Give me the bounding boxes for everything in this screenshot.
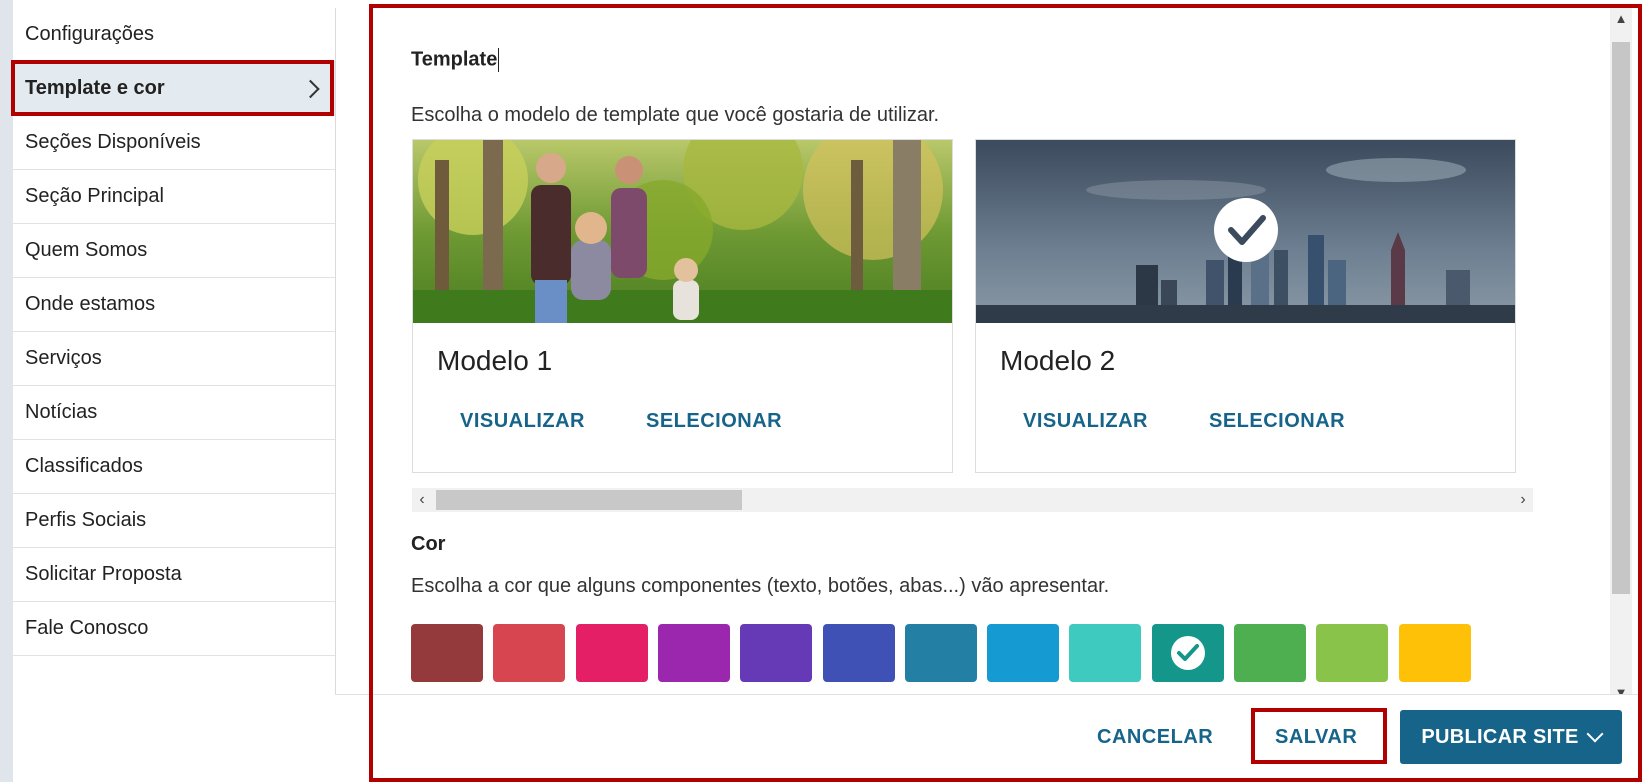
color-swatch[interactable] <box>1069 624 1142 682</box>
sidebar-item-label: Seções Disponíveis <box>25 131 201 153</box>
sidebar-item-configuracoes[interactable]: Configurações <box>13 8 335 62</box>
footer-left-strip <box>335 694 369 777</box>
sidebar-item-label: Notícias <box>25 401 98 423</box>
sidebar-item-quem-somos[interactable]: Quem Somos <box>13 224 335 278</box>
main-vertical-scrollbar[interactable]: ▲ ▼ <box>1610 8 1632 702</box>
color-swatch[interactable] <box>1398 624 1471 682</box>
template-card-modelo-1: Modelo 1 VISUALIZAR SELECIONAR <box>412 139 953 473</box>
template-preview-image-city[interactable] <box>976 140 1515 323</box>
cancel-button[interactable]: CANCELAR <box>1097 726 1213 749</box>
sidebar-item-label: Configurações <box>25 23 154 45</box>
publish-site-label: PUBLICAR SITE <box>1421 725 1579 748</box>
color-swatch[interactable] <box>411 624 483 682</box>
color-swatch[interactable] <box>1151 624 1224 682</box>
scroll-right-arrow-icon[interactable]: › <box>1513 488 1533 512</box>
sidebar-item-label: Perfis Sociais <box>25 509 147 531</box>
color-section-description: Escolha a cor que alguns componentes (te… <box>411 575 1110 597</box>
color-swatch[interactable] <box>493 624 566 682</box>
visualizar-button[interactable]: VISUALIZAR <box>460 410 585 433</box>
template-preview-image-family[interactable] <box>413 140 952 323</box>
color-swatch[interactable] <box>657 624 730 682</box>
sidebar-item-noticias[interactable]: Notícias <box>13 386 335 440</box>
sidebar-item-template-e-cor[interactable]: Template e cor <box>13 62 335 116</box>
text-cursor <box>498 48 500 72</box>
sidebar-item-label: Solicitar Proposta <box>25 563 182 585</box>
color-swatch[interactable] <box>740 624 813 682</box>
selecionar-button[interactable]: SELECIONAR <box>1209 410 1345 433</box>
visualizar-button[interactable]: VISUALIZAR <box>1023 410 1148 433</box>
color-section-title: Cor <box>411 533 446 555</box>
scroll-up-arrow-icon[interactable]: ▲ <box>1610 8 1632 28</box>
scroll-left-arrow-icon[interactable]: ‹ <box>412 488 432 512</box>
sidebar-item-secoes-disponiveis[interactable]: Seções Disponíveis <box>13 116 335 170</box>
sidebar-item-classificados[interactable]: Classificados <box>13 440 335 494</box>
sidebar-item-secao-principal[interactable]: Seção Principal <box>13 170 335 224</box>
color-swatch[interactable] <box>1234 624 1306 682</box>
color-swatch[interactable] <box>822 624 895 682</box>
save-button[interactable]: SALVAR <box>1275 726 1357 749</box>
check-circle-icon <box>1170 636 1205 670</box>
sidebar-item-servicos[interactable]: Serviços <box>13 332 335 386</box>
template-section-description: Escolha o modelo de template que você go… <box>411 104 940 126</box>
sidebar-item-label: Seção Principal <box>25 185 164 207</box>
sidebar-item-perfis-sociais[interactable]: Perfis Sociais <box>13 494 335 548</box>
sidebar-item-onde-estamos[interactable]: Onde estamos <box>13 278 335 332</box>
selecionar-button[interactable]: SELECIONAR <box>646 410 782 433</box>
sidebar: Configurações Template e cor Seções Disp… <box>13 8 336 776</box>
template-card-modelo-2: Modelo 2 VISUALIZAR SELECIONAR <box>975 139 1516 473</box>
template-carousel-scrollbar[interactable]: ‹ › <box>412 488 1533 512</box>
sidebar-item-solicitar-proposta[interactable]: Solicitar Proposta <box>13 548 335 602</box>
sidebar-item-label: Fale Conosco <box>25 617 149 639</box>
sidebar-item-label: Quem Somos <box>25 239 148 261</box>
sidebar-item-label: Template e cor <box>25 77 165 99</box>
sidebar-gutter <box>0 0 13 782</box>
color-swatch[interactable] <box>575 624 648 682</box>
sidebar-item-fale-conosco[interactable]: Fale Conosco <box>13 602 335 656</box>
sidebar-item-label: Serviços <box>25 347 102 369</box>
template-card-title: Modelo 2 <box>1000 345 1116 376</box>
chevron-right-icon <box>301 79 320 98</box>
sidebar-item-label: Classificados <box>25 455 143 477</box>
scrollbar-thumb[interactable] <box>436 490 742 510</box>
chevron-down-icon <box>1586 725 1604 743</box>
sidebar-item-label: Onde estamos <box>25 293 156 315</box>
scrollbar-thumb[interactable] <box>1612 42 1630 594</box>
template-section-title: Template <box>411 48 500 72</box>
color-swatch[interactable] <box>904 624 977 682</box>
template-card-title: Modelo 1 <box>437 345 553 376</box>
color-swatch[interactable] <box>1316 624 1389 682</box>
publish-site-button[interactable]: PUBLICAR SITE <box>1400 710 1622 764</box>
color-swatch[interactable] <box>987 624 1060 682</box>
